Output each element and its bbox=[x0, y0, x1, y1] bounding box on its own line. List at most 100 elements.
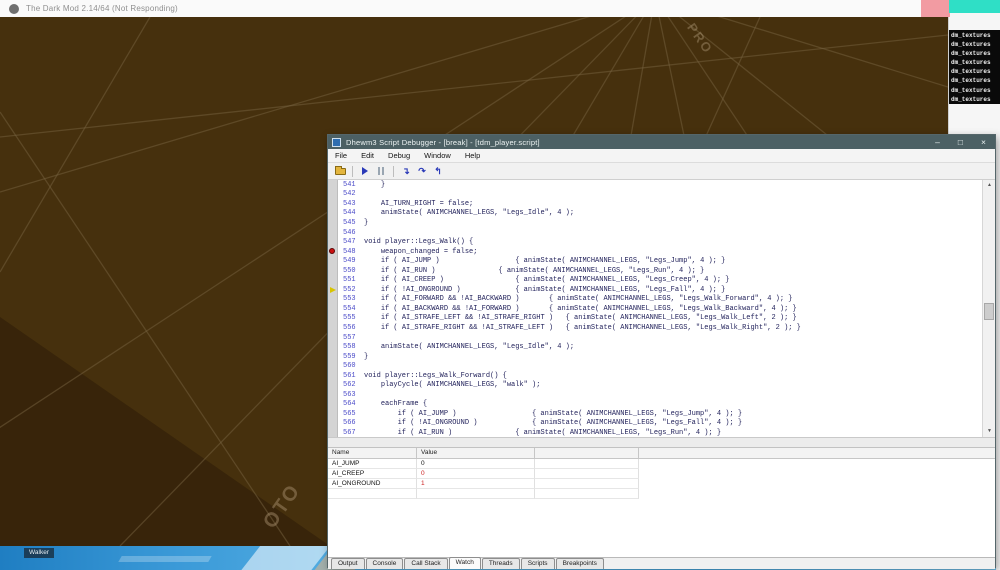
watch-value-cell[interactable]: 0 bbox=[417, 459, 535, 469]
pause-icon[interactable] bbox=[373, 165, 389, 178]
console-line: dm_textures bbox=[951, 58, 1000, 67]
code-line: 567 if ( AI_RUN ) { animState( ANIMCHANN… bbox=[328, 428, 995, 438]
breakpoint-gutter[interactable] bbox=[328, 371, 338, 381]
code-line: 552 if ( !AI_ONGROUND ) { animState( ANI… bbox=[328, 285, 995, 295]
breakpoint-gutter[interactable] bbox=[328, 352, 338, 362]
tab-breakpoints[interactable]: Breakpoints bbox=[556, 558, 604, 569]
breakpoint-gutter[interactable] bbox=[328, 419, 338, 429]
line-text: weapon_changed = false; bbox=[364, 248, 477, 256]
breakpoint-gutter[interactable] bbox=[328, 180, 338, 190]
breakpoint-gutter[interactable] bbox=[328, 237, 338, 247]
breakpoint-gutter[interactable] bbox=[328, 285, 338, 295]
debugger-titlebar[interactable]: Dhewm3 Script Debugger - [break] - [tdm_… bbox=[328, 135, 995, 149]
step-over-icon[interactable]: ↷ bbox=[414, 165, 430, 178]
tab-console[interactable]: Console bbox=[366, 558, 404, 569]
breakpoint-gutter[interactable] bbox=[328, 256, 338, 266]
watch-empty-cell bbox=[535, 489, 639, 499]
watch-name-cell[interactable]: AI_JUMP bbox=[328, 459, 417, 469]
tab-threads[interactable]: Threads bbox=[482, 558, 520, 569]
watch-value-cell[interactable]: 1 bbox=[417, 479, 535, 489]
watch-value-cell[interactable]: 0 bbox=[417, 469, 535, 479]
maximize-button[interactable]: □ bbox=[949, 135, 972, 149]
code-editor[interactable]: 541 }542543 AI_TURN_RIGHT = false;544 an… bbox=[328, 180, 995, 438]
tab-call-stack[interactable]: Call Stack bbox=[404, 558, 447, 569]
step-out-icon[interactable]: ↰ bbox=[430, 165, 446, 178]
vertical-scrollbar[interactable]: ▲ ▼ bbox=[982, 180, 995, 437]
menu-item-debug[interactable]: Debug bbox=[381, 151, 417, 160]
menu-item-file[interactable]: File bbox=[328, 151, 354, 160]
breakpoint-gutter[interactable] bbox=[328, 390, 338, 400]
breakpoint-gutter[interactable] bbox=[328, 199, 338, 209]
breakpoint-gutter[interactable] bbox=[328, 247, 338, 257]
breakpoint-gutter[interactable] bbox=[328, 400, 338, 410]
console-line: dm_textures bbox=[951, 31, 1000, 40]
watch-row[interactable]: AI_CREEP0 bbox=[328, 469, 995, 479]
game-titlebar[interactable]: The Dark Mod 2.14/64 (Not Responding) bbox=[0, 0, 950, 17]
pause-icon bbox=[378, 167, 384, 175]
breakpoint-gutter[interactable] bbox=[328, 295, 338, 305]
menu-item-edit[interactable]: Edit bbox=[354, 151, 381, 160]
scroll-down-icon[interactable]: ▼ bbox=[983, 426, 995, 437]
tab-output[interactable]: Output bbox=[331, 558, 365, 569]
right-window-accent-bar bbox=[949, 0, 1000, 13]
step-into-icon[interactable]: ↴ bbox=[398, 165, 414, 178]
close-button[interactable]: × bbox=[972, 135, 995, 149]
breakpoint-gutter[interactable] bbox=[328, 333, 338, 343]
pane-splitter[interactable] bbox=[328, 438, 995, 448]
breakpoint-gutter[interactable] bbox=[328, 380, 338, 390]
code-line: 546 bbox=[328, 228, 995, 238]
breakpoint-gutter[interactable] bbox=[328, 304, 338, 314]
line-number: 560 bbox=[338, 362, 364, 370]
watch-row[interactable]: AI_JUMP0 bbox=[328, 459, 995, 469]
breakpoint-gutter[interactable] bbox=[328, 314, 338, 324]
breakpoint-gutter[interactable] bbox=[328, 361, 338, 371]
tab-watch[interactable]: Watch bbox=[449, 557, 481, 569]
breakpoint-gutter[interactable] bbox=[328, 342, 338, 352]
breakpoint-gutter[interactable] bbox=[328, 266, 338, 276]
breakpoint-gutter[interactable] bbox=[328, 409, 338, 419]
console-line: dm_textures bbox=[951, 95, 1000, 104]
code-line: 560 bbox=[328, 361, 995, 371]
step-into-icon: ↴ bbox=[402, 166, 410, 176]
code-line: 559} bbox=[328, 352, 995, 362]
code-line: 557 bbox=[328, 333, 995, 343]
watch-panel[interactable]: NameValue AI_JUMP0AI_CREEP0AI_ONGROUND1 bbox=[328, 448, 995, 557]
breakpoint-gutter[interactable] bbox=[328, 323, 338, 333]
video-caption: Walker bbox=[24, 548, 54, 558]
line-number: 567 bbox=[338, 429, 364, 437]
run-icon bbox=[362, 167, 368, 175]
debugger-title: Dhewm3 Script Debugger - [break] - [tdm_… bbox=[346, 138, 540, 147]
watch-column-header[interactable]: Name bbox=[328, 448, 417, 458]
line-text: if ( AI_RUN ) { animState( ANIMCHANNEL_L… bbox=[364, 429, 721, 437]
run-icon[interactable] bbox=[357, 165, 373, 178]
breakpoint-gutter[interactable] bbox=[328, 428, 338, 438]
toolbar: ↴ ↷↰ bbox=[328, 163, 995, 180]
watch-column-header[interactable]: Value bbox=[417, 448, 535, 458]
desktop: PRO OTO The Dark Mod 2.14/64 (Not Respon… bbox=[0, 0, 1000, 570]
watch-empty-cell bbox=[535, 469, 639, 479]
watch-name-cell[interactable]: AI_ONGROUND bbox=[328, 479, 417, 489]
line-number: 551 bbox=[338, 276, 364, 284]
line-number: 563 bbox=[338, 391, 364, 399]
watch-row[interactable]: AI_ONGROUND1 bbox=[328, 479, 995, 489]
menu-item-help[interactable]: Help bbox=[458, 151, 487, 160]
open-file-icon[interactable] bbox=[332, 165, 348, 178]
scrollbar-thumb[interactable] bbox=[984, 303, 994, 320]
breakpoint-gutter[interactable] bbox=[328, 228, 338, 238]
watch-row[interactable] bbox=[328, 489, 995, 499]
tab-scripts[interactable]: Scripts bbox=[521, 558, 555, 569]
line-number: 541 bbox=[338, 181, 364, 189]
breakpoint-gutter[interactable] bbox=[328, 209, 338, 219]
scroll-up-icon[interactable]: ▲ bbox=[983, 180, 995, 191]
watch-value-cell[interactable] bbox=[417, 489, 535, 499]
watch-name-cell[interactable]: AI_CREEP bbox=[328, 469, 417, 479]
watch-column-header[interactable] bbox=[535, 448, 639, 458]
menu-item-window[interactable]: Window bbox=[417, 151, 458, 160]
minimize-button[interactable]: – bbox=[926, 135, 949, 149]
breakpoint-icon[interactable] bbox=[329, 248, 335, 254]
watch-name-cell[interactable] bbox=[328, 489, 417, 499]
breakpoint-gutter[interactable] bbox=[328, 190, 338, 200]
breakpoint-gutter[interactable] bbox=[328, 218, 338, 228]
breakpoint-gutter[interactable] bbox=[328, 275, 338, 285]
game-close-button[interactable] bbox=[921, 0, 950, 17]
